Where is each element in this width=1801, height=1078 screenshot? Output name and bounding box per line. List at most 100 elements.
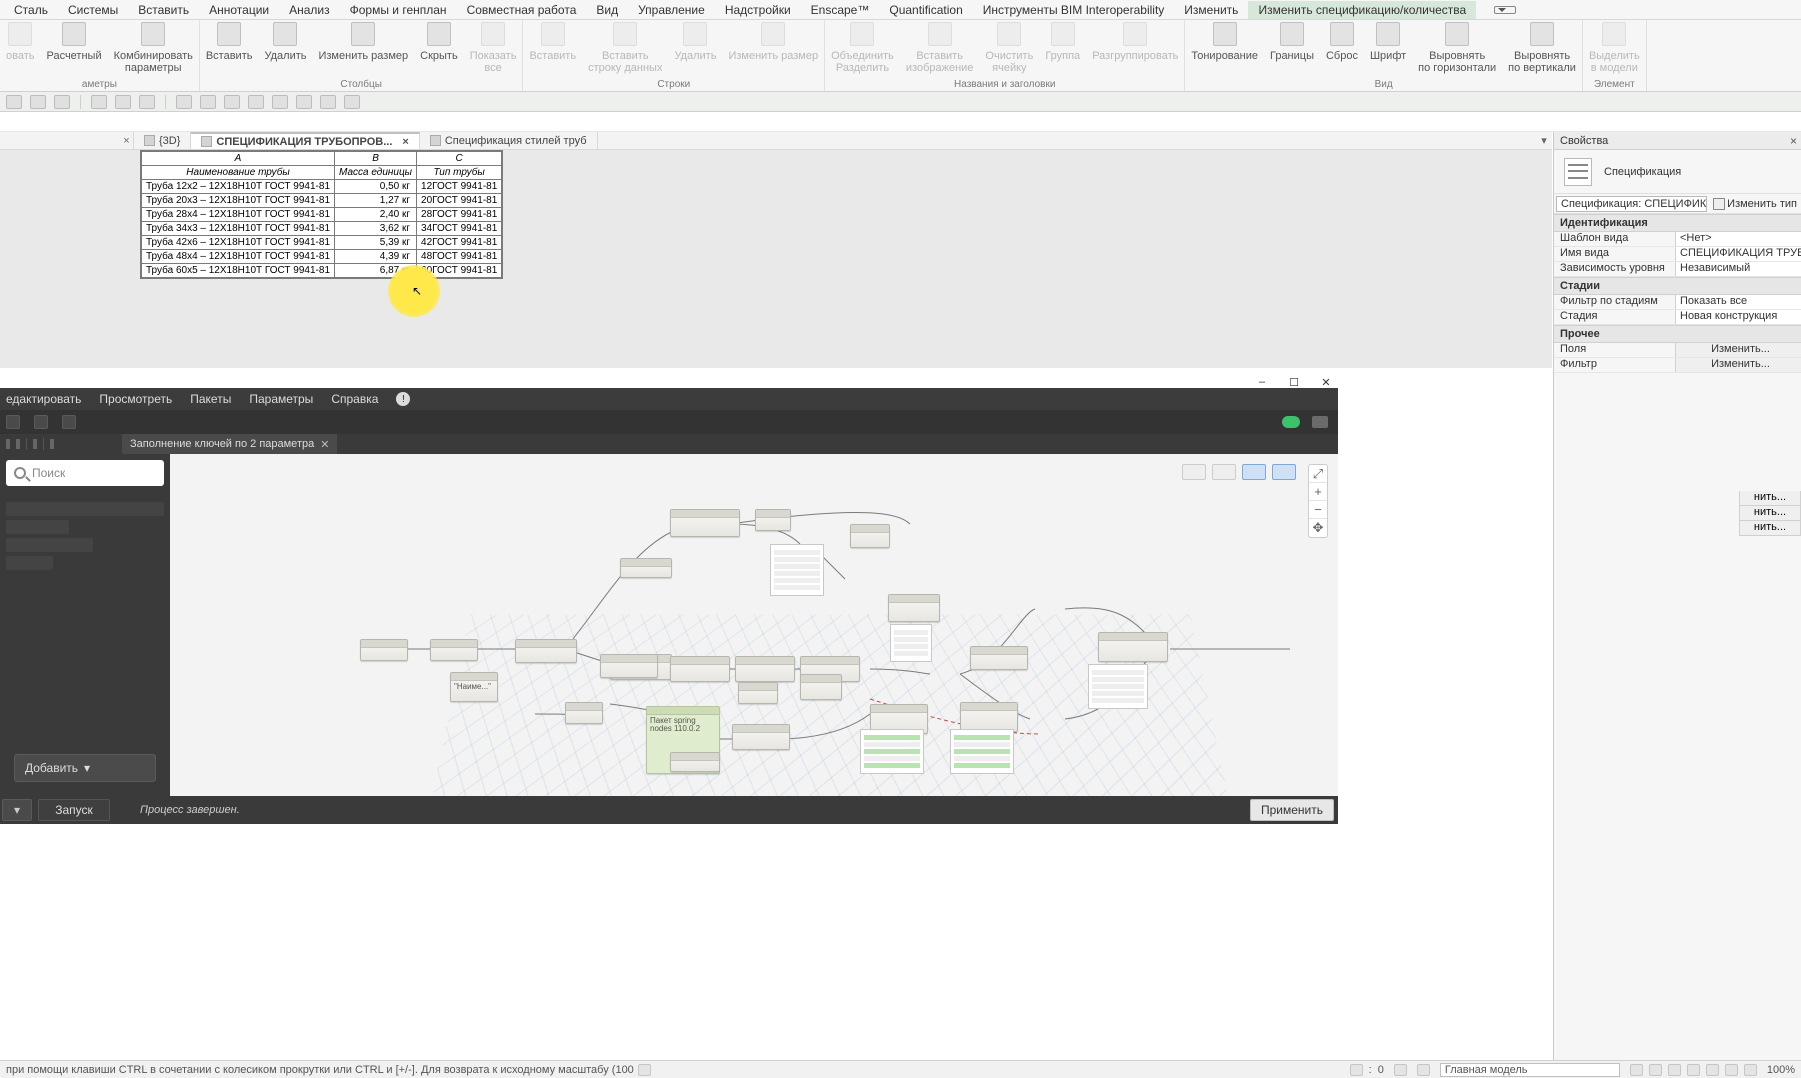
opt-icon[interactable] <box>6 95 22 109</box>
view-tab-styles[interactable]: Спецификация стилей труб <box>420 132 598 149</box>
col-letter[interactable]: C <box>417 152 502 166</box>
prop-row[interactable]: ПоляИзменить... <box>1554 343 1801 358</box>
graph-node[interactable] <box>670 656 730 682</box>
ribbon-btn[interactable]: Выровнять по горизонтали <box>1412 20 1502 74</box>
layout-icon[interactable] <box>33 439 37 449</box>
table-row[interactable]: Труба 42x6 – 12Х18Н10Т ГОСТ 9941-815,39 … <box>142 236 502 250</box>
menu-item[interactable]: Вставить <box>128 1 199 19</box>
status-icon[interactable] <box>1725 1064 1738 1076</box>
status-icon[interactable] <box>1394 1064 1407 1076</box>
library-tree[interactable] <box>6 498 164 574</box>
search-input[interactable]: Поиск <box>6 460 164 486</box>
ribbon-btn[interactable]: Шрифт <box>1364 20 1412 62</box>
table-row[interactable]: Труба 48x4 – 12Х18Н10Т ГОСТ 9941-814,39 … <box>142 250 502 264</box>
prop-row[interactable]: Зависимость уровняНезависимый <box>1554 262 1801 277</box>
ribbon-btn[interactable]: Изменить размер <box>312 20 414 62</box>
redo-icon[interactable] <box>62 415 76 429</box>
prop-group[interactable]: Прочее <box>1554 325 1801 343</box>
layout-icon[interactable] <box>16 439 20 449</box>
menu-item[interactable]: Надстройки <box>715 1 801 19</box>
apply-button[interactable]: Применить <box>1250 799 1334 821</box>
prop-row[interactable]: ФильтрИзменить... <box>1554 358 1801 373</box>
tab-dropdown-icon[interactable]: ▾ <box>1536 132 1552 149</box>
zoom-in-icon[interactable]: + <box>1309 483 1327 501</box>
table-row[interactable]: Труба 28x4 – 12Х18Н10Т ГОСТ 9941-812,40 … <box>142 208 502 222</box>
graph-node[interactable] <box>888 594 940 622</box>
undo-icon[interactable] <box>34 415 48 429</box>
graph-node[interactable] <box>755 509 791 531</box>
workset-combo[interactable]: Главная модель <box>1440 1063 1620 1077</box>
table-row[interactable]: Труба 34x3 – 12Х18Н10Т ГОСТ 9941-813,62 … <box>142 222 502 236</box>
status-icon[interactable] <box>1744 1064 1757 1076</box>
col-header[interactable]: Масса единицы <box>335 166 417 180</box>
graph-node[interactable] <box>670 509 740 537</box>
status-icon[interactable] <box>1706 1064 1719 1076</box>
properties-type-thumb[interactable]: Спецификация <box>1554 150 1801 194</box>
schedule-table[interactable]: A B C Наименование трубы Масса единицы Т… <box>140 150 503 279</box>
dynamo-window[interactable]: – ☐ ✕ едактировать Просмотреть Пакеты Па… <box>0 388 1338 824</box>
ribbon-btn[interactable]: Комбинировать параметры <box>108 20 199 74</box>
graph-node[interactable] <box>565 702 603 724</box>
close-icon[interactable]: × <box>1790 134 1797 148</box>
opt-icon[interactable] <box>296 95 312 109</box>
zoom-level[interactable]: 100% <box>1767 1064 1795 1076</box>
graph-node[interactable]: "Наиме..." <box>450 672 498 702</box>
opt-icon[interactable] <box>54 95 70 109</box>
close-icon[interactable]: ✕ <box>1320 376 1332 388</box>
ribbon-btn[interactable]: Вставить <box>200 20 259 62</box>
graph-node[interactable] <box>670 752 720 772</box>
status-icon[interactable] <box>1417 1064 1430 1076</box>
status-icon[interactable] <box>1649 1064 1662 1076</box>
menu-item[interactable]: Совместная работа <box>457 1 587 19</box>
menu-item-active[interactable]: Изменить спецификацию/количества <box>1248 1 1476 19</box>
opt-icon[interactable] <box>139 95 155 109</box>
menu-item[interactable]: Enscape™ <box>801 1 880 19</box>
graph-node[interactable] <box>600 654 658 678</box>
dynamo-graph-canvas[interactable]: "Наиме..." Пакет springnodes 110.0.2 <box>170 454 1338 796</box>
opt-icon[interactable] <box>91 95 107 109</box>
graph-node[interactable] <box>620 558 672 578</box>
add-button[interactable]: Добавить▾ <box>14 754 156 782</box>
run-mode-dropdown[interactable]: ▾ <box>2 799 32 821</box>
opt-icon[interactable] <box>272 95 288 109</box>
layout-icon[interactable] <box>6 439 10 449</box>
opt-icon[interactable] <box>200 95 216 109</box>
ribbon-btn[interactable]: Скрыть <box>414 20 464 62</box>
menu-item[interactable]: Справка <box>331 392 378 406</box>
layout-icon[interactable] <box>50 439 54 449</box>
opt-icon[interactable] <box>248 95 264 109</box>
table-row[interactable]: Труба 20x3 – 12Х18Н10Т ГОСТ 9941-811,27 … <box>142 194 502 208</box>
graph-node[interactable] <box>800 674 842 700</box>
prop-row[interactable]: Имя видаСПЕЦИФИКАЦИЯ ТРУБО... <box>1554 247 1801 262</box>
watch-node[interactable] <box>890 624 932 662</box>
run-button[interactable]: Запуск <box>38 799 110 821</box>
pan-icon[interactable]: ✥ <box>1309 519 1327 537</box>
ribbon-btn[interactable]: Границы <box>1264 20 1320 62</box>
watch-node[interactable] <box>1088 664 1148 709</box>
prop-group[interactable]: Стадии <box>1554 277 1801 295</box>
ribbon-btn[interactable]: овать <box>0 20 40 62</box>
menu-item[interactable]: Просмотреть <box>99 392 172 406</box>
graph-view-icon[interactable] <box>1182 464 1206 480</box>
graph-node[interactable] <box>850 524 890 548</box>
menu-item[interactable]: Quantification <box>879 1 972 19</box>
view-tab-schedule[interactable]: СПЕЦИФИКАЦИЯ ТРУБОПРОВ...× <box>191 132 419 149</box>
col-letter[interactable]: B <box>335 152 417 166</box>
menu-item[interactable]: Сталь <box>4 1 58 19</box>
menu-item[interactable]: Пакеты <box>190 392 231 406</box>
graph-node[interactable] <box>960 702 1018 732</box>
combined-view-icon[interactable] <box>1242 464 1266 480</box>
table-row[interactable]: Труба 12x2 – 12Х18Н10Т ГОСТ 9941-810,50 … <box>142 180 502 194</box>
menu-item[interactable]: едактировать <box>6 392 81 406</box>
ribbon-btn[interactable]: Сброс <box>1320 20 1364 62</box>
menu-item[interactable]: Вид <box>586 1 628 19</box>
fit-icon[interactable]: ⤢ <box>1309 465 1327 483</box>
zoom-out-icon[interactable]: − <box>1309 501 1327 519</box>
graph-node[interactable] <box>515 639 577 663</box>
prop-row[interactable]: СтадияНовая конструкция <box>1554 310 1801 325</box>
close-icon[interactable]: × <box>402 136 408 148</box>
ribbon-btn[interactable]: Удалить <box>258 20 312 62</box>
watch-node[interactable] <box>860 729 924 774</box>
graph-node[interactable] <box>970 646 1028 670</box>
opt-icon[interactable] <box>30 95 46 109</box>
